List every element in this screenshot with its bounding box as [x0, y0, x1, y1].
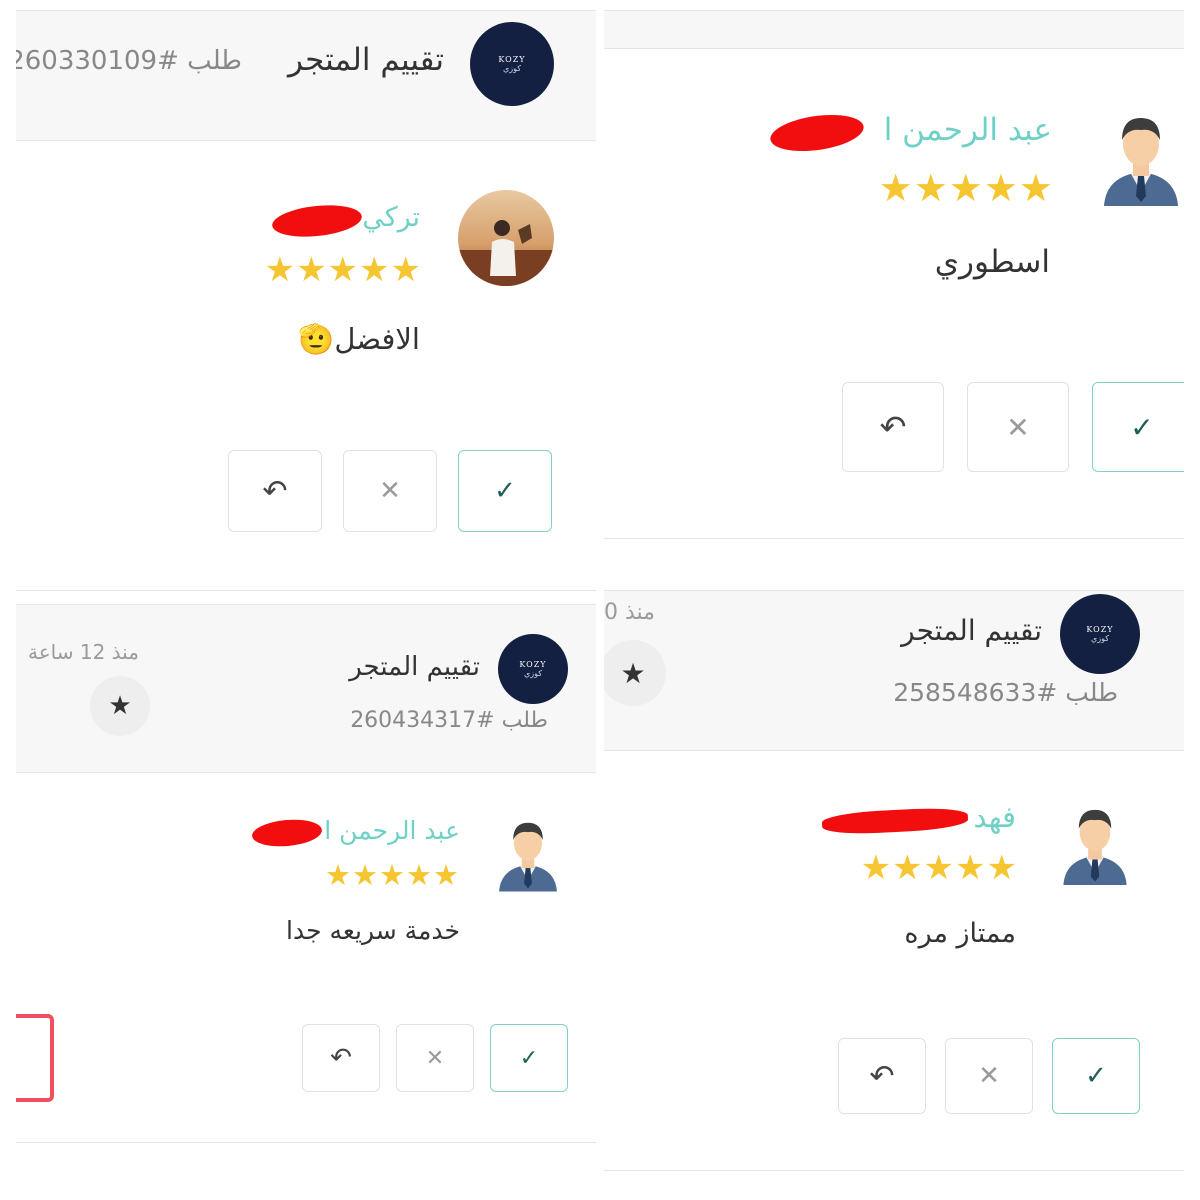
store-logo: KOZY كوزي — [498, 634, 568, 704]
redaction-mark — [768, 109, 866, 157]
approve-button[interactable]: ✓ — [490, 1024, 568, 1092]
reviewer-name: فهد — [973, 800, 1016, 834]
logo-arabic-text: كوزي — [1090, 634, 1110, 643]
divider — [604, 750, 1184, 751]
star-badge[interactable]: ★ — [90, 676, 150, 736]
divider — [16, 10, 596, 11]
reply-icon: ↶ — [262, 473, 288, 509]
logo-arabic-text: كوزي — [502, 64, 522, 73]
page-title: تقييم المتجر — [288, 42, 444, 78]
selection-frame — [16, 1014, 54, 1102]
redaction-mark — [821, 806, 969, 836]
rating-stars: ★★★★★ — [325, 858, 460, 892]
divider — [16, 772, 596, 773]
star-icon: ★ — [620, 656, 646, 690]
logo-latin-text: KOZY — [1086, 625, 1114, 634]
close-icon: ✕ — [425, 1045, 445, 1071]
divider — [16, 604, 596, 605]
order-number: طلب #258548633 — [893, 678, 1118, 707]
divider — [604, 48, 1184, 49]
reviewer-name: تركي — [362, 202, 420, 233]
reply-icon: ↶ — [879, 408, 907, 446]
check-icon: ✓ — [494, 476, 516, 506]
logo-latin-text: KOZY — [498, 55, 526, 64]
divider — [604, 10, 1184, 11]
close-icon: ✕ — [1006, 410, 1030, 444]
store-logo: KOZY كوزي — [470, 22, 554, 106]
reply-button[interactable]: ↶ — [302, 1024, 380, 1092]
order-number: طلب #260434317 — [350, 708, 548, 733]
reply-button[interactable]: ↶ — [228, 450, 322, 532]
rating-stars: ★★★★★ — [264, 250, 422, 290]
close-icon: ✕ — [379, 476, 401, 506]
store-logo: KOZY كوزي — [1060, 594, 1140, 674]
review-panel-bottom-right: KOZY كوزي تقييم المتجر طلب #258548633 من… — [604, 590, 1184, 1174]
order-number: طلب #260330109 — [16, 46, 242, 76]
review-panel-top-right: عبد الرحمن ا ★★★★★ اسطوري ✓ ✕ ↶ — [604, 10, 1184, 592]
reject-button[interactable]: ✕ — [396, 1024, 474, 1092]
approve-button[interactable]: ✓ — [458, 450, 552, 532]
reviewer-avatar-photo — [458, 190, 554, 286]
time-since: منذ 12 ساعة — [28, 640, 139, 664]
default-avatar-icon — [499, 822, 557, 892]
review-comment: اسطوري — [934, 244, 1050, 280]
check-icon: ✓ — [1130, 410, 1154, 444]
reply-button[interactable]: ↶ — [842, 382, 944, 472]
redaction-mark — [270, 201, 364, 241]
panel-header — [604, 10, 1184, 48]
close-icon: ✕ — [978, 1061, 1000, 1091]
divider — [16, 590, 596, 591]
person-photo-icon — [458, 220, 554, 286]
reject-button[interactable]: ✕ — [343, 450, 437, 532]
reviewer-name: عبد الرحمن ا — [324, 816, 460, 845]
reject-button[interactable]: ✕ — [945, 1038, 1033, 1114]
reviewer-name: عبد الرحمن ا — [883, 112, 1052, 148]
default-avatar-icon — [1063, 809, 1127, 885]
approve-button[interactable]: ✓ — [1052, 1038, 1140, 1114]
page-title: تقييم المتجر — [349, 652, 480, 682]
rating-stars: ★★★★★ — [860, 848, 1018, 888]
review-comment: خدمة سريعه جدا — [286, 916, 460, 945]
review-panel-bottom-left: KOZY كوزي تقييم المتجر طلب #260434317 من… — [16, 604, 596, 1150]
page-title: تقييم المتجر — [901, 614, 1042, 647]
redaction-mark — [251, 816, 323, 850]
star-icon: ★ — [108, 691, 132, 721]
approve-button[interactable]: ✓ — [1092, 382, 1184, 472]
reply-icon: ↶ — [330, 1043, 352, 1073]
rating-stars: ★★★★★ — [878, 166, 1054, 210]
divider — [604, 538, 1184, 539]
logo-arabic-text: كوزي — [523, 669, 543, 678]
reject-button[interactable]: ✕ — [967, 382, 1069, 472]
logo-latin-text: KOZY — [519, 660, 547, 669]
review-comment: ممتاز مره — [904, 918, 1016, 949]
default-avatar-icon — [1104, 118, 1178, 206]
reply-icon: ↶ — [869, 1058, 895, 1094]
check-icon: ✓ — [519, 1045, 539, 1071]
divider — [16, 1142, 596, 1143]
reply-button[interactable]: ↶ — [838, 1038, 926, 1114]
divider — [16, 140, 596, 141]
review-comment: الافضل🫡 — [298, 322, 420, 356]
divider — [604, 1170, 1184, 1171]
check-icon: ✓ — [1085, 1061, 1107, 1091]
review-panel-top-left: KOZY كوزي تقييم المتجر طلب #260330109 تر… — [16, 10, 596, 592]
time-since: منذ 0 — [604, 600, 655, 625]
divider — [604, 590, 1184, 591]
